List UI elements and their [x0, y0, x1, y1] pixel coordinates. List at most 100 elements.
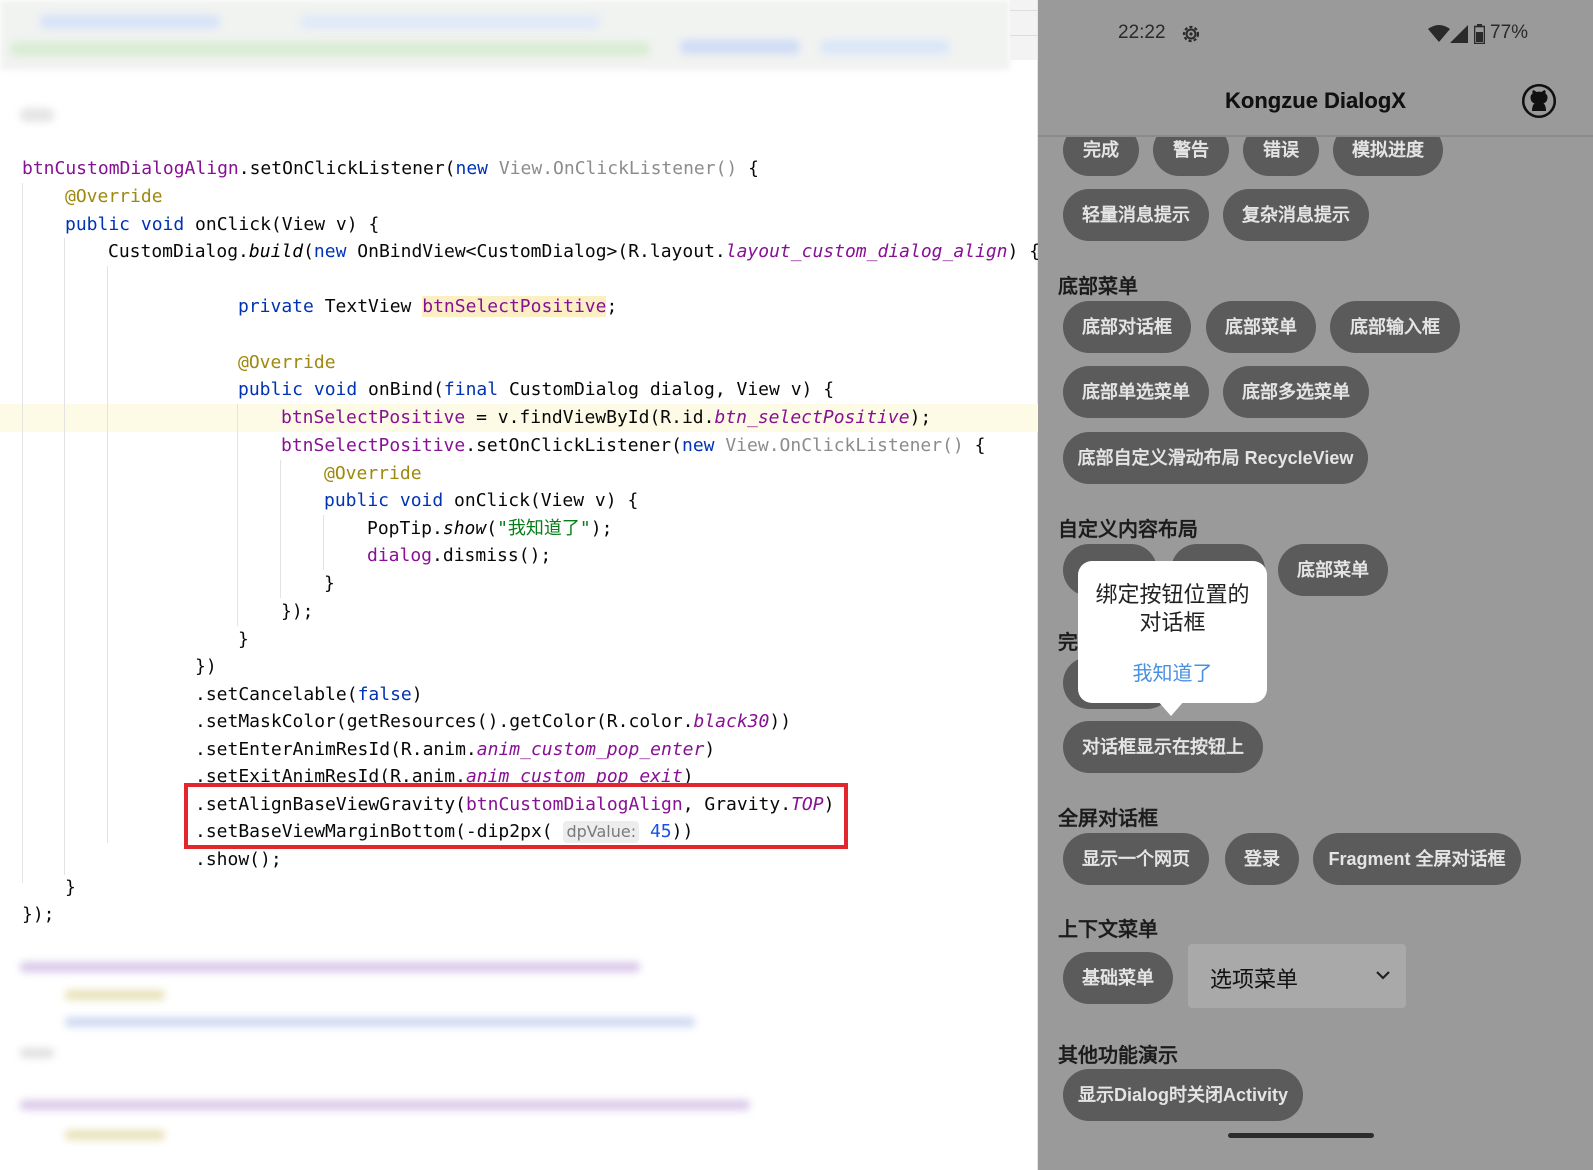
code-token: @Override: [324, 463, 422, 484]
code-token: }: [324, 573, 335, 594]
code-line[interactable]: }): [195, 653, 217, 680]
show-webpage-button[interactable]: 显示一个网页: [1063, 833, 1209, 885]
github-icon[interactable]: [1520, 82, 1558, 120]
code-line[interactable]: PopTip.show("我知道了");: [367, 515, 612, 542]
indent-guide: [323, 515, 324, 570]
code-editor[interactable]: btnCustomDialogAlign.setOnClickListener(…: [0, 0, 1055, 1170]
indent-guide: [237, 404, 238, 626]
code-token: false: [357, 684, 412, 705]
show-above-button[interactable]: 对话框显示在按钮上: [1063, 721, 1263, 773]
code-line[interactable]: CustomDialog.build(new OnBindView<Custom…: [108, 238, 1040, 265]
code-token: View.OnClickListener(): [498, 158, 749, 179]
code-token: @Override: [238, 352, 336, 373]
code-token: View.OnClickListener(): [725, 435, 975, 456]
home-indicator[interactable]: [1228, 1133, 1374, 1138]
code-line[interactable]: @Override: [65, 183, 163, 210]
code-token: black30: [693, 711, 770, 732]
align-dialog: 绑定按钮位置的对话框 我知道了: [1078, 561, 1267, 703]
code-line[interactable]: @Override: [324, 460, 422, 487]
code-line[interactable]: });: [22, 901, 55, 928]
code-token: layout_custom_dialog_align: [725, 241, 1008, 262]
code-token: anim_custom_pop_enter: [476, 739, 705, 760]
blurred-code: [20, 108, 54, 122]
blurred-tab: [300, 15, 600, 29]
blurred-tab: [40, 15, 220, 29]
code-line[interactable]: public void onClick(View v) {: [324, 487, 638, 514]
code-token: setOnClickListener(: [249, 158, 456, 179]
code-token: onClick(View v) {: [454, 490, 639, 511]
dialog-confirm-button[interactable]: 我知道了: [1078, 657, 1267, 686]
chevron-down-icon: [1376, 971, 1390, 980]
blurred-code: [65, 1017, 695, 1027]
status-icons: 77%: [1428, 22, 1568, 46]
indent-guide: [280, 460, 281, 598]
code-token: public void: [238, 379, 369, 400]
code-line[interactable]: }: [324, 570, 335, 597]
code-token: public void: [65, 214, 196, 235]
code-line[interactable]: .setEnterAnimResId(R.anim.anim_custom_po…: [195, 736, 715, 763]
code-token: {: [748, 158, 759, 179]
blurred-breadcrumb: [680, 40, 800, 54]
bottom-input-button[interactable]: 底部输入框: [1330, 301, 1460, 353]
code-token: "我知道了": [497, 518, 591, 539]
indent-guide: [64, 238, 65, 875]
bottom-menu-button[interactable]: 底部菜单: [1206, 301, 1316, 353]
code-token: btn_selectPositive: [714, 407, 910, 428]
blurred-code: [65, 990, 165, 1000]
code-token: .show();: [195, 849, 282, 870]
code-line[interactable]: .setMaskColor(getResources().getColor(R.…: [195, 708, 791, 735]
code-token: private: [238, 296, 325, 317]
phone-screen[interactable]: 22:22 77% Kongzue DialogX 完成 警告 错误 模拟进度 …: [1038, 0, 1593, 1170]
code-token: );: [909, 407, 932, 428]
bottom-single-select-button[interactable]: 底部单选菜单: [1063, 366, 1209, 418]
code-line[interactable]: .setCancelable(false): [195, 681, 423, 708]
option-menu-select[interactable]: 选项菜单: [1188, 944, 1406, 1008]
bottom-multi-select-button[interactable]: 底部多选菜单: [1223, 366, 1369, 418]
code-token: ): [704, 739, 716, 760]
code-line[interactable]: btnCustomDialogAlign.setOnClickListener(…: [22, 155, 759, 182]
blurred-breadcrumb: [820, 40, 950, 54]
divider: [1010, 35, 1038, 36]
section-partial: 完: [1058, 632, 1078, 654]
code-line[interactable]: });: [281, 598, 314, 625]
code-line[interactable]: public void onClick(View v) {: [65, 211, 379, 238]
code-line[interactable]: }: [65, 874, 76, 901]
code-token: }): [195, 656, 217, 677]
code-token: {: [974, 435, 986, 456]
fragment-fullscreen-button[interactable]: Fragment 全屏对话框: [1313, 833, 1521, 885]
complex-toast-button[interactable]: 复杂消息提示: [1223, 189, 1369, 241]
code-line[interactable]: btnSelectPositive.setOnClickListener(new…: [281, 432, 985, 459]
dialog-arrow: [1157, 700, 1185, 716]
code-token: PopTip.: [367, 518, 443, 539]
code-token: ;: [606, 296, 618, 317]
code-line[interactable]: public void onBind(final CustomDialog di…: [238, 376, 834, 403]
blurred-code: [20, 1100, 750, 1110]
code-line[interactable]: private TextView btnSelectPositive;: [238, 293, 617, 320]
battery-icon: [1474, 24, 1485, 44]
basic-menu-button[interactable]: 基础菜单: [1063, 952, 1173, 1004]
code-line[interactable]: dialog.dismiss();: [367, 542, 551, 569]
code-token: .setOnClickListener(: [465, 435, 682, 456]
code-token: btnSelectPositive: [281, 435, 466, 456]
code-line[interactable]: }: [238, 626, 249, 653]
code-token: .dismiss();: [432, 545, 552, 566]
bottom-recycleview-button[interactable]: 底部自定义滑动布局 RecycleView: [1063, 432, 1368, 484]
code-token: onClick(View v) {: [195, 214, 380, 235]
close-activity-button[interactable]: 显示Dialog时关闭Activity: [1063, 1069, 1303, 1121]
section-context-menu: 上下文菜单: [1058, 919, 1158, 941]
code-token: final: [443, 379, 509, 400]
blurred-code: [65, 1130, 165, 1140]
indent-guide: [22, 183, 23, 883]
status-time: 22:22: [1118, 22, 1166, 43]
login-button[interactable]: 登录: [1225, 833, 1299, 885]
section-fullscreen: 全屏对话框: [1058, 808, 1158, 830]
code-line[interactable]: btnSelectPositive = v.findViewById(R.id.…: [281, 404, 931, 431]
toast-button[interactable]: 轻量消息提示: [1063, 189, 1209, 241]
code-line[interactable]: @Override: [238, 349, 336, 376]
custom-bottom-menu-button[interactable]: 底部菜单: [1278, 544, 1388, 596]
code-token: ) {: [1007, 241, 1041, 262]
section-other: 其他功能演示: [1058, 1045, 1178, 1067]
code-line[interactable]: .show();: [195, 846, 282, 873]
code-token: build: [248, 241, 304, 262]
bottom-dialog-button[interactable]: 底部对话框: [1063, 301, 1191, 353]
